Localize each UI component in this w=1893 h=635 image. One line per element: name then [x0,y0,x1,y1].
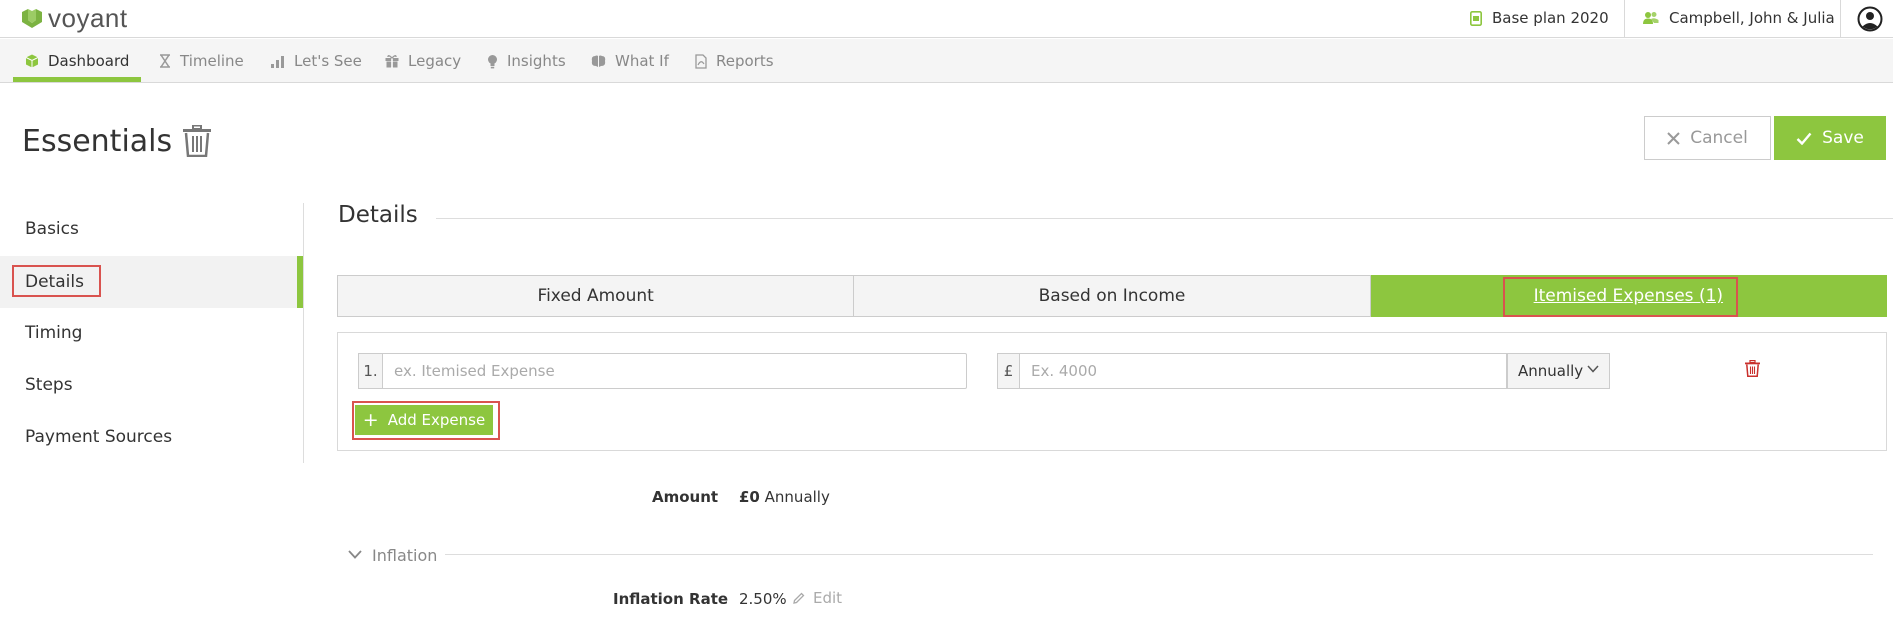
currency-symbol: £ [997,353,1019,389]
hourglass-icon [159,54,171,68]
nav-reports[interactable]: Reports [695,39,774,83]
main-nav: Dashboard Timeline Let's See Legacy Insi… [0,39,1893,83]
delete-essentials-icon[interactable] [183,124,211,161]
brain-icon [591,55,606,68]
plan-label: Base plan 2020 [1492,9,1609,27]
chevron-down-icon[interactable] [348,550,362,559]
sidebar-item-label: Basics [25,219,79,239]
section-title: Details [338,202,418,228]
amount-number: £0 [739,488,760,506]
frequency-value: Annually [1518,362,1584,380]
active-nav-indicator [13,77,141,82]
highlight-box [352,401,500,440]
delete-expense-icon[interactable] [1745,359,1760,381]
nav-label: Insights [507,52,566,70]
sidebar-item-label: Payment Sources [25,427,173,447]
top-bar: voyant Base plan 2020 Campbell, John & J… [0,0,1893,38]
client-selector[interactable]: Campbell, John & Julia [1643,9,1835,27]
highlight-box [1503,277,1738,317]
expense-amount-input[interactable] [1019,353,1507,389]
sidebar-item-payment-sources[interactable]: Payment Sources [0,412,303,462]
row-number: 1. [358,353,382,389]
sidebar-item-label: Steps [25,375,73,395]
cancel-button[interactable]: Cancel [1644,116,1771,160]
edit-inflation-link[interactable]: Edit [793,589,842,607]
gift-icon [385,54,399,68]
sidebar-item-steps[interactable]: Steps [0,360,303,410]
save-button[interactable]: Save [1774,116,1886,160]
cube-icon [25,54,39,68]
nav-label: Dashboard [48,52,130,70]
edit-label: Edit [813,589,843,607]
inflation-section-title[interactable]: Inflation [372,546,437,565]
amount-label: Amount [652,488,719,506]
pdf-icon [695,53,707,69]
nav-what-if[interactable]: What If [591,39,669,83]
amount-frequency: Annually [764,488,830,506]
cancel-label: Cancel [1690,128,1748,148]
client-label: Campbell, John & Julia [1669,9,1835,27]
section-divider [436,218,1893,219]
nav-label: Let's See [294,52,362,70]
section-divider [445,554,1873,555]
inflation-rate-label: Inflation Rate [613,590,729,608]
itemised-expenses-panel: 1. £ Annually + Add Expense [337,332,1887,451]
sidebar-divider [303,203,304,463]
tab-fixed-amount[interactable]: Fixed Amount [337,275,855,317]
voyant-logo-icon [22,9,42,28]
sidebar-item-basics[interactable]: Basics [0,204,303,254]
inflation-rate-value: 2.50% [739,590,787,608]
page-title: Essentials [22,124,173,159]
nav-label: What If [615,52,669,70]
frequency-select[interactable]: Annually [1507,353,1610,389]
amount-value: £0 Annually [739,488,830,506]
brand-name: voyant [48,3,128,33]
plan-selector[interactable]: Base plan 2020 [1470,9,1609,27]
tab-based-on-income[interactable]: Based on Income [854,275,1371,317]
document-icon [1470,10,1482,26]
nav-legacy[interactable]: Legacy [385,39,461,83]
chevron-down-icon [1587,365,1599,373]
nav-timeline[interactable]: Timeline [159,39,244,83]
expense-name-input[interactable] [382,353,967,389]
nav-insights[interactable]: Insights [487,39,566,83]
save-label: Save [1822,128,1864,148]
nav-label: Legacy [408,52,462,70]
sidebar-item-timing[interactable]: Timing [0,308,303,358]
tab-label: Fixed Amount [537,286,654,306]
sidebar-item-label: Timing [25,323,83,343]
nav-label: Reports [716,52,774,70]
checkmark-icon [1796,132,1812,145]
highlight-box [12,265,101,297]
tab-label: Based on Income [1038,286,1186,306]
divider [1840,0,1841,38]
lightbulb-icon [487,54,498,69]
user-avatar-icon[interactable] [1857,6,1883,36]
nav-label: Timeline [180,52,244,70]
users-icon [1643,12,1659,24]
nav-lets-see[interactable]: Let's See [271,39,362,83]
bar-chart-icon [271,55,285,68]
divider [1624,0,1625,38]
voyant-logo[interactable]: voyant [20,4,128,32]
pencil-icon [793,592,805,604]
close-icon [1667,131,1680,145]
